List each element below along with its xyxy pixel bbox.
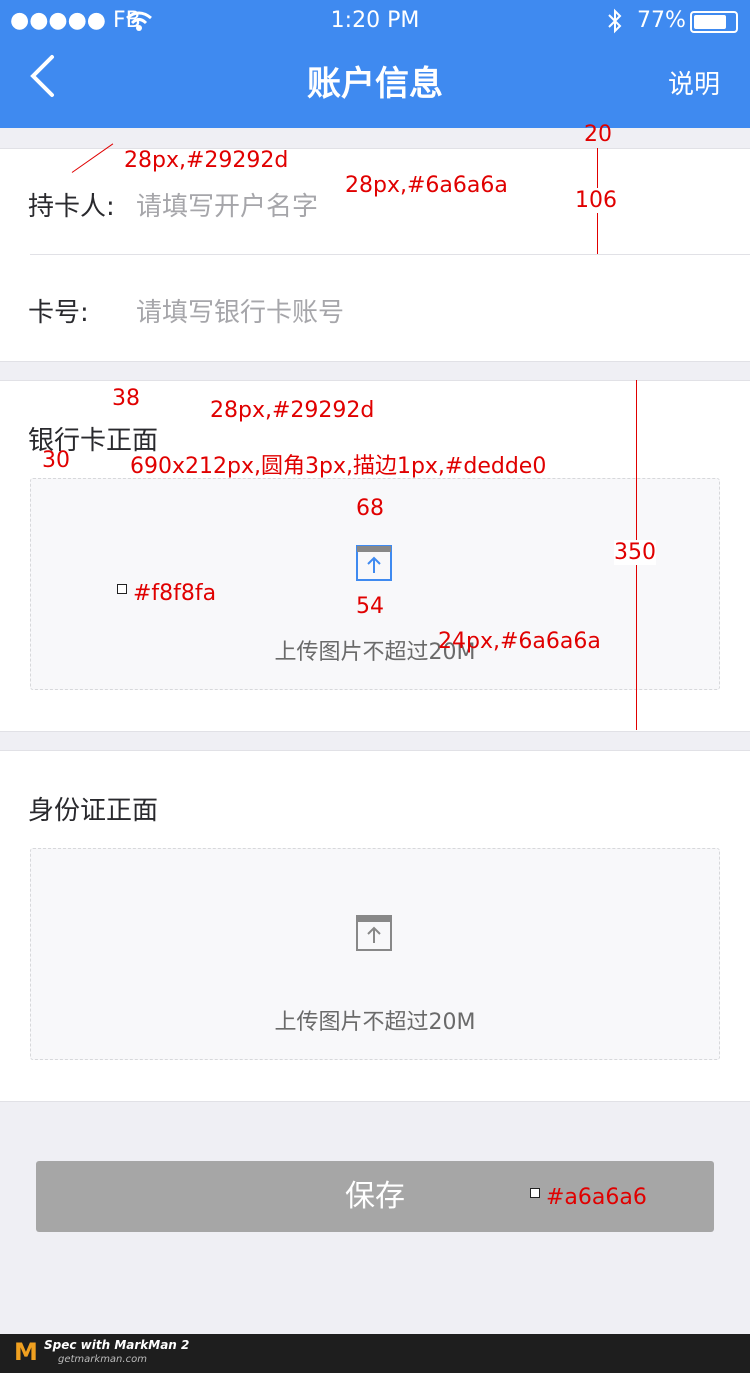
card-number-label: 卡号: bbox=[28, 298, 89, 328]
battery-percent: 77% bbox=[637, 8, 686, 33]
spec-annotation: 54 bbox=[356, 594, 384, 619]
spec-annotation: 28px,#29292d bbox=[124, 148, 289, 173]
divider bbox=[30, 254, 750, 255]
card-number-input[interactable]: 请填写银行卡账号 bbox=[136, 292, 344, 329]
footer-site: getmarkman.com bbox=[58, 1354, 147, 1365]
spec-annotation: #f8f8fa bbox=[133, 581, 217, 606]
spec-swatch bbox=[530, 1188, 540, 1198]
spec-annotation: #a6a6a6 bbox=[546, 1185, 647, 1210]
spec-annotation: 38 bbox=[112, 386, 140, 411]
upload-icon bbox=[356, 545, 392, 581]
spec-annotation: 24px,#6a6a6a bbox=[438, 629, 601, 654]
footer-brand: Spec with MarkMan 2 bbox=[44, 1338, 190, 1352]
spec-annotation: 350 bbox=[614, 540, 656, 565]
bank-card-upload-text: 上传图片不超过20M bbox=[274, 640, 476, 665]
footer-bar: M Spec with MarkMan 2 getmarkman.com bbox=[0, 1334, 750, 1373]
spec-annotation: 68 bbox=[356, 496, 384, 521]
spec-annotation: 28px,#29292d bbox=[210, 398, 375, 423]
help-button[interactable]: 说明 bbox=[668, 64, 720, 101]
spec-annotation: 20 bbox=[584, 122, 612, 147]
holder-input[interactable]: 请填写开户名字 bbox=[136, 186, 318, 223]
bluetooth-icon bbox=[608, 8, 622, 34]
holder-label: 持卡人: bbox=[28, 192, 115, 222]
page-title: 账户信息 bbox=[307, 64, 443, 104]
nav-bar: ●●●●● FB 1:20 PM 77% 账户信息 说明 bbox=[0, 0, 750, 128]
spec-swatch bbox=[117, 584, 127, 594]
spec-annotation: 106 bbox=[575, 188, 617, 213]
id-card-title: 身份证正面 bbox=[28, 796, 159, 826]
id-card-upload-text: 上传图片不超过20M bbox=[274, 1010, 476, 1035]
spec-annotation: 28px,#6a6a6a bbox=[345, 173, 508, 198]
battery-icon bbox=[690, 11, 738, 33]
spec-annotation: 30 bbox=[42, 448, 70, 473]
spec-annotation: 690x212px,圆角3px,描边1px,#dedde0 bbox=[130, 454, 547, 479]
markman-logo-icon: M bbox=[14, 1338, 38, 1366]
upload-icon bbox=[356, 915, 392, 951]
